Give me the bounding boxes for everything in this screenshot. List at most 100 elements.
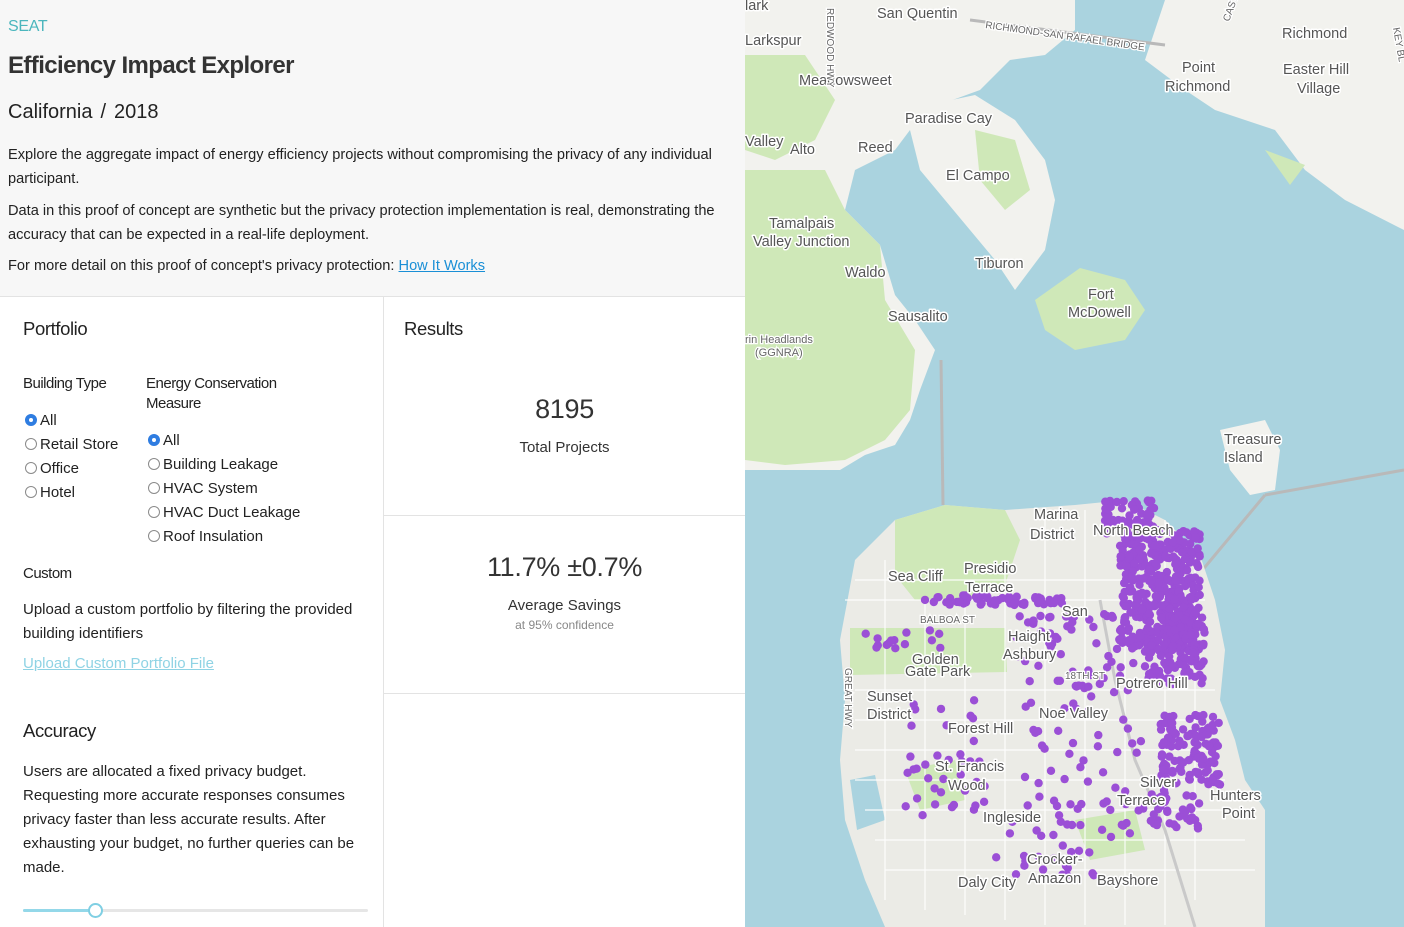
project-point [918, 811, 927, 820]
project-point [1182, 566, 1192, 575]
map-road-label: REDWOOD HWY [824, 8, 835, 88]
ecm-option-label: Building Leakage [163, 455, 279, 473]
project-point [1151, 592, 1160, 601]
project-point [1182, 791, 1191, 800]
project-point [1214, 718, 1223, 728]
project-point [1171, 576, 1180, 585]
ecm-option-label: All [163, 431, 180, 449]
map-place-label: San Quentin [877, 6, 958, 22]
project-point [1197, 732, 1206, 742]
project-point [1142, 509, 1152, 519]
project-point [1020, 772, 1030, 782]
building-type-radio[interactable] [25, 462, 37, 474]
project-point [1149, 810, 1158, 819]
project-point [1175, 739, 1184, 749]
slider-thumb[interactable] [88, 903, 104, 918]
building-type-radio[interactable] [25, 486, 37, 498]
project-point [1130, 559, 1139, 568]
project-point [1186, 630, 1195, 640]
accuracy-description: Users are allocated a fixed privacy budg… [23, 763, 355, 876]
project-point [1199, 657, 1208, 666]
map-place-label: Silver [1140, 775, 1176, 791]
project-point [1170, 625, 1179, 635]
custom-label: Custom [23, 565, 72, 582]
how-it-works-link[interactable]: How It Works [399, 258, 486, 274]
project-point [1066, 800, 1075, 809]
project-point [1175, 536, 1185, 545]
project-point [1056, 650, 1065, 659]
project-point [1190, 608, 1200, 618]
project-point [1005, 829, 1015, 838]
ecm-radio[interactable] [148, 458, 160, 470]
project-point [992, 853, 1001, 862]
project-point [1127, 608, 1136, 617]
building-type-radio[interactable] [25, 414, 37, 426]
map-place-label: Daly City [958, 875, 1017, 891]
project-point [1199, 710, 1208, 720]
breadcrumb-region[interactable]: California [8, 101, 92, 123]
map-place-label: Richmond [1165, 79, 1230, 95]
ecm-option[interactable]: Building Leakage [148, 452, 278, 476]
building-type-label: Building Type [23, 375, 107, 392]
project-map[interactable]: San Quentin Larkspur Meadowsweet Paradise C… [745, 0, 1404, 927]
project-point [1113, 747, 1122, 757]
project-point [1169, 552, 1178, 561]
building-type-option[interactable]: Hotel [25, 480, 75, 504]
building-type-option-label: All [40, 411, 57, 429]
project-point [1159, 640, 1169, 649]
ecm-radio[interactable] [148, 434, 160, 446]
project-point [1040, 744, 1049, 753]
project-point [1104, 651, 1113, 661]
project-point [1117, 820, 1126, 829]
ecm-option[interactable]: HVAC Duct Leakage [148, 500, 300, 524]
project-point [1063, 820, 1072, 829]
breadcrumb-year[interactable]: 2018 [114, 101, 159, 123]
map-place-label: Presidio [964, 561, 1016, 577]
project-point [1117, 627, 1126, 637]
accuracy-slider[interactable] [23, 903, 368, 918]
building-type-option-label: Office [40, 459, 79, 477]
project-point [1135, 545, 1144, 555]
building-type-option[interactable]: All [25, 408, 57, 432]
project-point [945, 599, 954, 608]
ecm-option[interactable]: All [148, 428, 180, 452]
brand-label[interactable]: SEAT [8, 18, 48, 36]
building-type-radio[interactable] [25, 438, 37, 450]
project-point [1144, 497, 1153, 507]
project-point [1058, 841, 1067, 850]
map-canvas[interactable]: San Quentin Larkspur Meadowsweet Paradise C… [745, 0, 1404, 927]
project-point [1074, 681, 1083, 690]
project-point [1186, 803, 1195, 812]
building-type-option[interactable]: Office [25, 456, 79, 480]
ecm-radio[interactable] [148, 482, 160, 494]
project-point [1053, 676, 1062, 685]
project-point [1158, 765, 1168, 774]
project-point [1184, 731, 1193, 740]
map-road-label: 18TH ST [1065, 671, 1105, 682]
project-point [1193, 544, 1202, 553]
project-point [1119, 715, 1128, 724]
project-point [1089, 622, 1098, 632]
project-point [1094, 730, 1103, 740]
project-point [1179, 602, 1188, 612]
ecm-radio[interactable] [148, 530, 160, 542]
ecm-option[interactable]: HVAC System [148, 476, 258, 500]
results-divider [384, 693, 745, 694]
project-point [1021, 702, 1030, 711]
map-place-label: Noe Valley [1039, 706, 1109, 722]
project-point [936, 704, 946, 714]
project-point [1035, 792, 1044, 801]
map-road-label: BALBOA ST [920, 615, 975, 626]
map-place-label: Terrace [965, 580, 1013, 596]
ecm-radio[interactable] [148, 506, 160, 518]
project-point [1177, 548, 1187, 557]
building-type-option[interactable]: Retail Store [25, 432, 118, 456]
custom-description: Upload a custom portfolio by filtering t… [23, 601, 353, 642]
project-point [1087, 692, 1096, 701]
upload-portfolio-link[interactable]: Upload Custom Portfolio File [23, 655, 214, 672]
project-point [1015, 612, 1024, 621]
project-point [1121, 602, 1130, 611]
map-place-label: Terrace [1117, 793, 1165, 809]
project-point [949, 800, 959, 810]
ecm-option[interactable]: Roof Insulation [148, 524, 263, 548]
